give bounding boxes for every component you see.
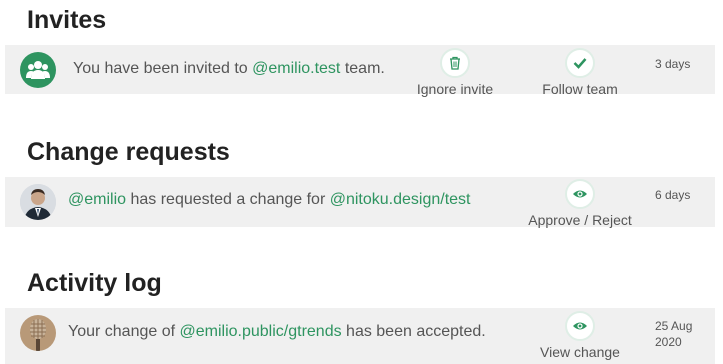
view-change-button[interactable]: View change: [525, 311, 635, 360]
invite-text-suffix: team.: [340, 60, 385, 77]
avatar: [20, 184, 56, 220]
user-link[interactable]: @emilio: [68, 191, 126, 208]
activity-year: 2020: [655, 335, 682, 349]
change-request-message: @emilio has requested a change for @nito…: [68, 191, 471, 209]
activity-message: Your change of @emilio.public/gtrends ha…: [68, 323, 486, 341]
change-request-row: @emilio has requested a change for @nito…: [5, 177, 715, 228]
activity-log-title: Activity log: [27, 269, 162, 297]
change-request-time: 6 days: [655, 188, 691, 202]
invites-title: Invites: [27, 6, 107, 34]
activity-row: Your change of @emilio.public/gtrends ha…: [5, 308, 715, 364]
invite-text: You have been invited to: [73, 60, 253, 77]
follow-team-label: Follow team: [542, 81, 618, 97]
team-avatar: [20, 52, 56, 88]
ignore-invite-button[interactable]: Ignore invite: [400, 48, 510, 97]
follow-team-button[interactable]: Follow team: [525, 48, 635, 97]
activity-text-suffix: has been accepted.: [341, 323, 486, 340]
check-icon: [565, 48, 595, 78]
change-request-text: has requested a change for: [126, 191, 330, 208]
trash-icon: [440, 48, 470, 78]
eye-icon: [565, 311, 595, 341]
team-link[interactable]: @emilio.test: [252, 60, 340, 77]
team-icon: [26, 61, 50, 79]
invite-time: 3 days: [655, 57, 691, 71]
eye-icon: [565, 179, 595, 209]
avatar: [20, 315, 56, 351]
ignore-invite-label: Ignore invite: [416, 81, 494, 97]
activity-date: 25 Aug: [655, 319, 693, 333]
activity-text: Your change of: [68, 323, 180, 340]
activity-target-link[interactable]: @emilio.public/gtrends: [180, 323, 342, 340]
target-link[interactable]: @nitoku.design/test: [330, 191, 471, 208]
approve-reject-button[interactable]: Approve / Reject: [525, 179, 635, 228]
activity-time: 25 Aug 2020: [655, 318, 692, 350]
view-change-label: View change: [540, 344, 620, 360]
invite-message: You have been invited to @emilio.test te…: [73, 60, 385, 78]
change-requests-title: Change requests: [27, 138, 230, 166]
invite-row: You have been invited to @emilio.test te…: [5, 45, 715, 97]
approve-reject-label: Approve / Reject: [528, 212, 632, 228]
